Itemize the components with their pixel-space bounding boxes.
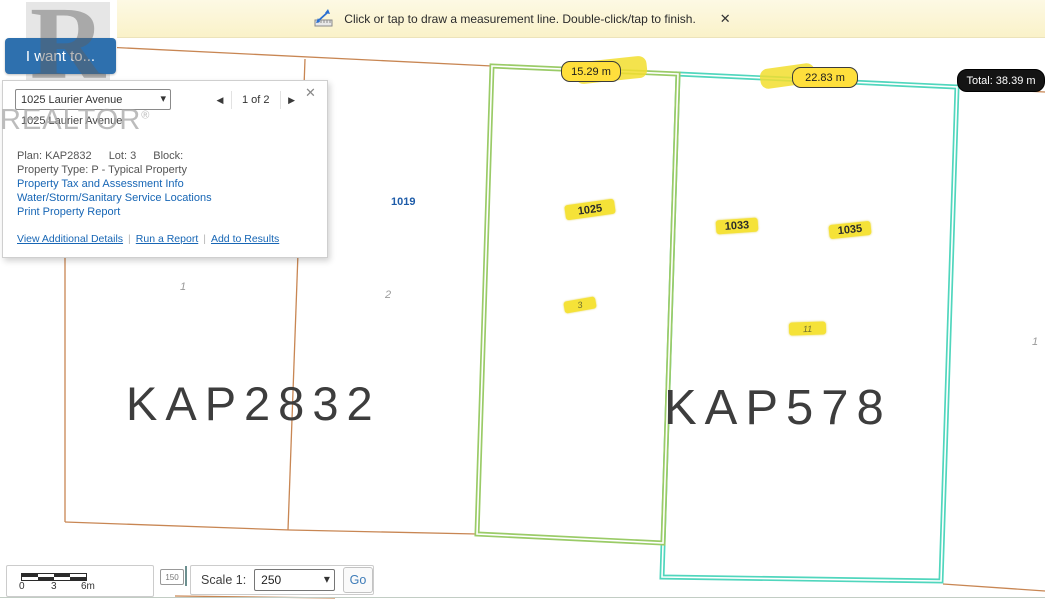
lot-highlight-11: 11 [789,321,826,335]
footer-separator: | [128,233,131,245]
link-run-a-report[interactable]: Run a Report [136,233,198,245]
link-print-report[interactable]: Print Property Report [17,206,120,218]
lot-number-1: 1 [180,281,186,293]
banner-close-icon[interactable]: ✕ [720,12,731,25]
link-service-locations[interactable]: Water/Storm/Sanitary Service Locations [17,192,212,204]
scale-label: Scale 1: [201,573,246,587]
popup-property-type: Property Type: P - Typical Property [17,164,187,176]
popup-lot: Lot: 3 [109,150,137,162]
scale-select-wrap: 250 ▾ [254,569,335,591]
measurement-segment-2: 22.83 m [792,67,858,88]
scalebar-box: 0 3 6m [6,565,154,597]
address-highlight-1035-text: 1035 [837,223,863,237]
plan-label-kap578: KAP578 [664,380,892,436]
popup-address: 1025 Laurier Avenue [21,115,122,127]
plan-label-kap2832: KAP2832 [126,376,381,431]
address-highlight-1025-text: 1025 [577,202,603,217]
address-highlight-1033: 1033 [716,218,759,235]
measure-tool-icon [314,9,334,28]
popup-close-icon[interactable]: ✕ [305,85,316,101]
scale-stamp-icon: 150 [160,569,184,585]
pager-prev-button[interactable]: ◀ [209,89,231,111]
link-view-additional-details[interactable]: View Additional Details [17,233,123,245]
pager-label: 1 of 2 [232,94,280,106]
go-button[interactable]: Go [343,567,373,593]
result-pager: ◀ 1 of 2 ▶ [209,89,303,111]
address-select[interactable]: 1025 Laurier Avenue [15,89,171,110]
banner-message: Click or tap to draw a measurement line.… [344,12,696,26]
popup-plan: Plan: KAP2832 [17,150,92,162]
scalebar-graphic [21,573,87,581]
popup-plan-line: Plan: KAP2832 Lot: 3 Block: [17,150,197,162]
measurement-total: Total: 38.39 m [957,69,1045,92]
scale-control-box: Scale 1: 250 ▾ Go [190,565,374,595]
house-number-1019: 1019 [391,196,415,208]
lot-number-right: 1 [1032,336,1038,348]
viewport-bottom-edge [0,597,1045,598]
scale-select[interactable]: 250 [254,569,335,591]
link-add-to-results[interactable]: Add to Results [211,233,279,245]
address-highlight-1033-text: 1033 [724,219,749,233]
footer-separator: | [203,233,206,245]
link-property-tax[interactable]: Property Tax and Assessment Info [17,178,184,190]
lot-highlight-11-text: 11 [803,323,813,333]
popup-footer-links: View Additional Details | Run a Report | Add… [17,233,279,245]
pager-next-button[interactable]: ▶ [281,89,303,111]
property-info-popup: 1025 Laurier Avenue ▾ ◀ 1 of 2 ▶ ✕ 1025 … [2,80,328,258]
lot-number-2: 2 [385,289,391,301]
measurement-segment-1: 15.29 m [561,61,621,82]
map-viewer: KAP2832 KAP578 1019 1 2 1 1025 1033 1035… [0,0,1045,600]
address-select-wrap: 1025 Laurier Avenue ▾ [15,89,171,110]
popup-block: Block: [153,150,183,162]
text-cursor-icon [185,566,187,586]
measurement-banner: Click or tap to draw a measurement line.… [0,0,1045,38]
scalebar-tick-6m: 6m [81,581,95,592]
lot-highlight-3-text: 3 [577,300,584,311]
i-want-to-button[interactable]: I want to... [5,38,116,74]
scalebar-tick-0: 0 [19,581,25,592]
scalebar-tick-3: 3 [51,581,57,592]
